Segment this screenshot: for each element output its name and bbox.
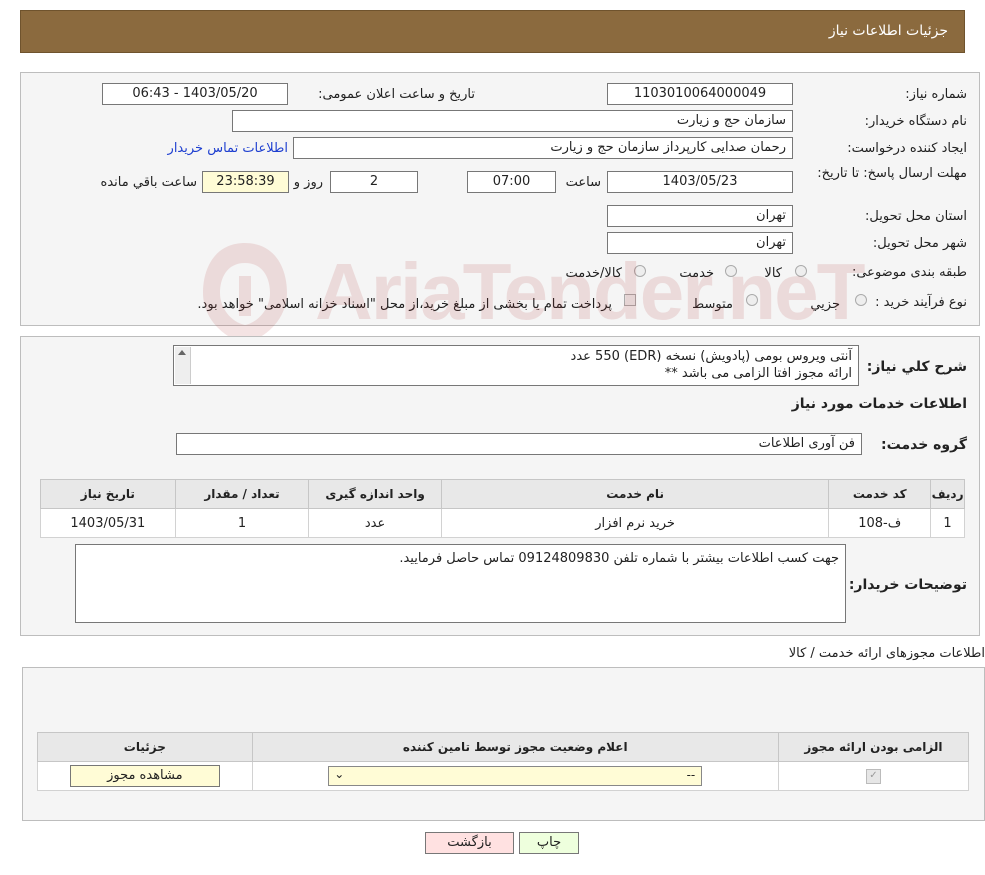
table-row: 1 ف-108 خرید نرم افزار عدد 1 1403/05/31 (40, 508, 965, 538)
buyer-notes-textarea[interactable]: جهت کسب اطلاعات بیشتر با شماره تلفن 0912… (75, 544, 846, 623)
unit-cell: عدد (308, 508, 442, 538)
city-label: شهر محل تحویل: (872, 236, 967, 251)
need-number-field: 1103010064000049 (607, 83, 793, 105)
buyer-contact-link[interactable]: اطلاعات تماس خریدار (168, 141, 288, 156)
table-row: ✓ -- ⌄ مشاهده مجوز (37, 761, 970, 791)
summary-textarea[interactable]: آنتی ویروس بومی (پادویش) نسخه (EDR) 550 … (173, 345, 859, 386)
announce-date-field: 1403/05/20 - 06:43 (102, 83, 288, 105)
summary-scrollbar[interactable] (175, 347, 191, 384)
province-field: تهران (607, 205, 793, 227)
page-title: جزئیات اطلاعات نیاز (828, 23, 948, 39)
process-radio-medium[interactable] (746, 294, 758, 306)
col-permit-required: الزامی بودن ارائه مجوز (777, 732, 970, 762)
permit-details-cell: مشاهده مجوز (37, 761, 253, 791)
process-radio-minor[interactable] (855, 294, 867, 306)
deadline-date-field: 1403/05/23 (607, 171, 793, 193)
services-table-header: ردیف کد خدمت نام خدمت واحد اندازه گیری ت… (40, 479, 965, 509)
row-number-cell: 1 (930, 508, 965, 538)
back-button[interactable]: بازگشت (425, 832, 514, 854)
category-radio-service[interactable] (725, 265, 737, 277)
permit-status-cell: -- ⌄ (251, 761, 779, 791)
time-remaining-label: ساعت باقي مانده (100, 175, 197, 190)
col-need-date: تاریخ نیاز (40, 479, 176, 509)
permits-section-title: اطلاعات مجوزهای ارائه خدمت / کالا (788, 646, 985, 661)
services-table: ردیف کد خدمت نام خدمت واحد اندازه گیری ت… (40, 479, 965, 538)
payment-treasury-checkbox[interactable] (624, 294, 636, 306)
permit-status-select[interactable]: -- ⌄ (328, 766, 703, 786)
col-row-number: ردیف (930, 479, 965, 509)
col-unit: واحد اندازه گیری (308, 479, 442, 509)
category-label: طبقه بندی موضوعی: (851, 265, 967, 280)
permit-required-checkbox[interactable]: ✓ (865, 768, 881, 784)
category-option-service: خدمت (679, 266, 714, 281)
col-permit-status: اعلام وضعیت مجوز توسط تامین کننده (251, 732, 779, 762)
announce-date-label: تاریخ و ساعت اعلان عمومی: (318, 87, 475, 102)
buyer-org-field: سازمان حج و زیارت (232, 110, 793, 132)
need-date-cell: 1403/05/31 (40, 508, 176, 538)
category-option-goods-service: کالا/خدمت (565, 266, 622, 281)
permit-status-value: -- (686, 768, 696, 782)
city-field: تهران (607, 232, 793, 254)
permit-required-cell: ✓ (777, 761, 970, 791)
summary-label: شرح کلي نیاز: (866, 359, 967, 375)
process-option-minor: جزیي (810, 297, 840, 312)
buyer-org-label: نام دستگاه خریدار: (864, 114, 967, 129)
services-section-title: اطلاعات خدمات مورد نیاز (791, 396, 967, 412)
service-group-field: فن آوری اطلاعات (176, 433, 862, 455)
view-permit-button[interactable]: مشاهده مجوز (69, 765, 220, 787)
print-button[interactable]: چاپ (519, 832, 579, 854)
col-service-code: کد خدمت (828, 479, 932, 509)
scroll-up-icon[interactable] (178, 350, 186, 355)
time-remaining-field: 23:58:39 (202, 171, 289, 193)
category-radio-goods[interactable] (795, 265, 807, 277)
category-option-goods: کالا (764, 266, 782, 281)
process-option-medium: متوسط (692, 297, 733, 312)
deadline-time-field: 07:00 (467, 171, 556, 193)
province-label: استان محل تحویل: (865, 209, 967, 224)
category-radio-goods-service[interactable] (634, 265, 646, 277)
days-remaining-field: 2 (330, 171, 418, 193)
deadline-label: مهلت ارسال پاسخ: تا تاریخ: (817, 166, 967, 181)
service-code-cell: ف-108 (828, 508, 932, 538)
quantity-cell: 1 (174, 508, 310, 538)
process-type-label: نوع فرآیند خرید : (875, 295, 967, 310)
summary-line-2: ارائه مجوز افتا الزامی می باشد ** (664, 366, 852, 381)
payment-treasury-note: پرداخت تمام یا بخشی از مبلغ خرید،از محل … (197, 297, 612, 312)
deadline-time-label: ساعت (565, 175, 601, 190)
summary-line-1: آنتی ویروس بومی (پادویش) نسخه (EDR) 550 … (570, 349, 852, 364)
days-label: روز و (293, 175, 323, 190)
col-service-name: نام خدمت (440, 479, 830, 509)
service-group-label: گروه خدمت: (881, 437, 967, 453)
buyer-notes-text: جهت کسب اطلاعات بیشتر با شماره تلفن 0912… (399, 551, 839, 566)
col-quantity: تعداد / مقدار (174, 479, 310, 509)
permits-table-header: الزامی بودن ارائه مجوز اعلام وضعیت مجوز … (37, 732, 970, 762)
permits-table: الزامی بودن ارائه مجوز اعلام وضعیت مجوز … (37, 732, 970, 791)
service-name-cell: خرید نرم افزار (440, 508, 830, 538)
need-number-label: شماره نیاز: (905, 87, 967, 102)
col-permit-details: جزئیات (37, 732, 253, 762)
page-header: جزئیات اطلاعات نیاز (20, 10, 965, 53)
creator-field: رحمان صدایی کارپرداز سازمان حج و زیارت (293, 137, 793, 159)
creator-label: ایجاد کننده درخواست: (847, 141, 967, 156)
chevron-down-icon: ⌄ (334, 767, 345, 781)
buyer-notes-label: توضیحات خریدار: (848, 577, 967, 593)
